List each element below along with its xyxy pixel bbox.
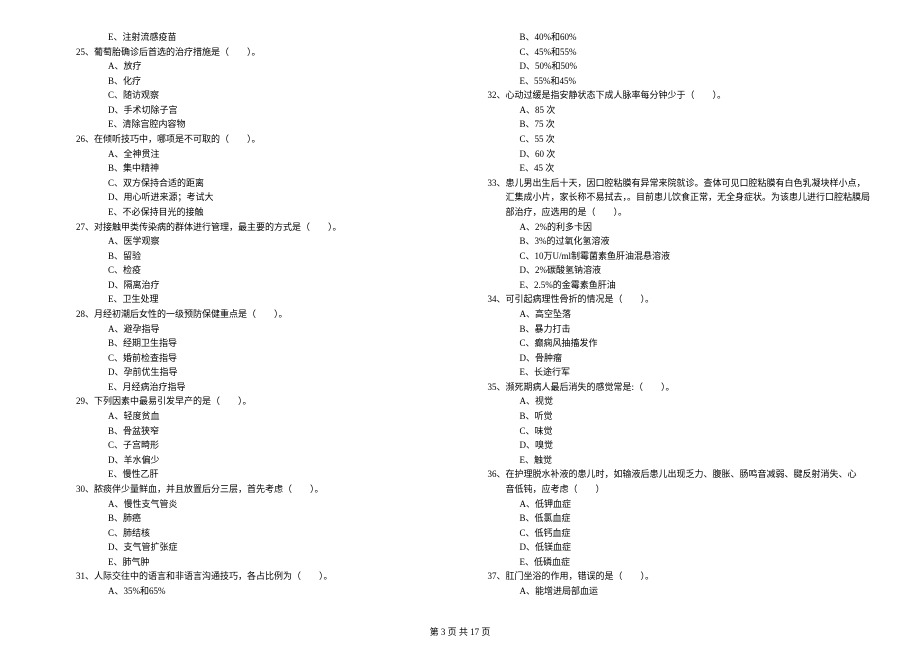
option: A、高空坠落 (491, 307, 870, 322)
question-stem-cont: 部治疗，应选用的是（ ）。 (491, 205, 870, 220)
option: B、留验 (80, 249, 421, 264)
option: E、低磷血症 (491, 555, 870, 570)
option: B、75 次 (491, 117, 870, 132)
option: A、2%的利多卡因 (491, 220, 870, 235)
option: E、慢性乙肝 (80, 467, 421, 482)
option: D、低镁血症 (491, 540, 870, 555)
question-stem: 37、肛门坐浴的作用，错误的是（ ）。 (487, 569, 870, 584)
option: D、隔离治疗 (80, 278, 421, 293)
question-stem: 29、下列因素中最易引发早产的是（ ）。 (76, 394, 421, 409)
option: D、羊水偏少 (80, 453, 421, 468)
option: C、45%和55% (491, 45, 870, 60)
option: D、骨肿瘤 (491, 351, 870, 366)
option: C、双方保持合适的距离 (80, 176, 421, 191)
option: E、卫生处理 (80, 292, 421, 307)
option: A、放疗 (80, 59, 421, 74)
option: B、集中精神 (80, 161, 421, 176)
option: D、用心听进来源；考试大 (80, 190, 421, 205)
option: B、骨盆狭窄 (80, 424, 421, 439)
question-stem: 34、可引起病理性骨折的情况是（ ）。 (487, 292, 870, 307)
option: E、肺气肿 (80, 555, 421, 570)
option: B、肺癌 (80, 511, 421, 526)
question-stem: 30、脓痰伴少量鲜血，并且放置后分三层，首先考虑（ ）。 (76, 482, 421, 497)
option: E、55%和45% (491, 74, 870, 89)
option: A、医学观察 (80, 234, 421, 249)
option: B、40%和60% (491, 30, 870, 45)
question-stem-cont: 音低钝，应考虑（ ） (491, 482, 870, 497)
option: D、手术切除子宫 (80, 103, 421, 118)
option: E、2.5%的金霉素鱼肝油 (491, 278, 870, 293)
option: B、暴力打击 (491, 322, 870, 337)
option: C、10万U/ml制霉菌素鱼肝油混悬溶液 (491, 249, 870, 264)
option: B、化疗 (80, 74, 421, 89)
option: E、注射流感疫苗 (80, 30, 421, 45)
option: B、经期卫生指导 (80, 336, 421, 351)
option: C、味觉 (491, 424, 870, 439)
option: B、3%的过氧化氢溶液 (491, 234, 870, 249)
option: A、85 次 (491, 103, 870, 118)
option: B、听觉 (491, 409, 870, 424)
option: E、长途行军 (491, 365, 870, 380)
option: D、支气管扩张症 (80, 540, 421, 555)
option: D、孕前优生指导 (80, 365, 421, 380)
option: E、月经病治疗指导 (80, 380, 421, 395)
option: C、肺结核 (80, 526, 421, 541)
option: A、全神贯注 (80, 147, 421, 162)
option: C、随访观察 (80, 88, 421, 103)
question-stem: 31、人际交往中的语言和非语言沟通技巧，各占比例为（ ）。 (76, 569, 421, 584)
option: A、轻度贫血 (80, 409, 421, 424)
question-stem: 25、葡萄胎确诊后首选的治疗措施是（ ）。 (76, 45, 421, 60)
option: A、避孕指导 (80, 322, 421, 337)
option: D、50%和50% (491, 59, 870, 74)
option: A、能增进局部血运 (491, 584, 870, 599)
option: D、嗅觉 (491, 438, 870, 453)
option: E、触觉 (491, 453, 870, 468)
option: A、视觉 (491, 394, 870, 409)
page-footer: 第 3 页 共 17 页 (0, 625, 920, 638)
option: A、慢性支气管炎 (80, 497, 421, 512)
option: C、低钙血症 (491, 526, 870, 541)
question-stem: 32、心动过缓是指安静状态下成人脉率每分钟少于（ ）。 (487, 88, 870, 103)
option: C、55 次 (491, 132, 870, 147)
question-stem: 28、月经初潮后女性的一级预防保健重点是（ ）。 (76, 307, 421, 322)
option: A、35%和65% (80, 584, 421, 599)
option: C、癫痫风抽搐发作 (491, 336, 870, 351)
question-stem: 35、濒死期病人最后消失的感觉常是:（ ）。 (487, 380, 870, 395)
option: D、2%碳酸氢钠溶液 (491, 263, 870, 278)
option: A、低钾血症 (491, 497, 870, 512)
option: E、清除宫腔内容物 (80, 117, 421, 132)
option: E、不必保持目光的接触 (80, 205, 421, 220)
question-stem: 36、在护理脱水补液的患儿时，如输液后患儿出现乏力、腹胀、肠鸣音减弱、腱反射消失… (487, 467, 870, 482)
question-stem: 33、患儿男出生后十天，因口腔粘膜有异常来院就诊。查体可见口腔粘膜有白色乳凝块样… (487, 176, 870, 191)
question-stem: 27、对接触甲类传染病的群体进行管理，最主要的方式是（ ）。 (76, 220, 421, 235)
option: E、45 次 (491, 161, 870, 176)
question-stem-cont: 汇集成小片，家长称不易拭去，。目前患儿饮食正常，无全身症状。为该患儿进行口腔粘膜… (491, 190, 870, 205)
option: D、60 次 (491, 147, 870, 162)
option: B、低氯血症 (491, 511, 870, 526)
option: C、婚前检查指导 (80, 351, 421, 366)
option: C、检疫 (80, 263, 421, 278)
option: C、子宫畸形 (80, 438, 421, 453)
question-stem: 26、在倾听技巧中，哪项是不可取的（ ）。 (76, 132, 421, 147)
